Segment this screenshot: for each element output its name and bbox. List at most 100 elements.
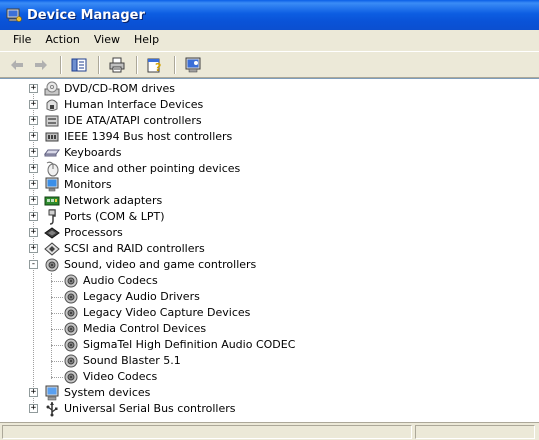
scan-hardware-button[interactable] [182, 54, 204, 76]
tree-subitem-label: Legacy Video Capture Devices [83, 306, 251, 319]
back-icon [11, 59, 23, 70]
tree-subitem-label: Media Control Devices [83, 322, 207, 335]
usb-icon [46, 402, 58, 417]
expand-toggle[interactable]: + [29, 212, 38, 221]
tree-connector [51, 281, 63, 282]
tree-connector [51, 361, 63, 362]
help-properties-icon: ? [147, 58, 161, 73]
tree-subitem-video-codecs[interactable]: Video Codecs [0, 369, 539, 385]
svg-text:?: ? [155, 61, 161, 73]
expand-toggle[interactable]: + [29, 388, 38, 397]
device-tree[interactable]: + DVD/CD-ROM drives + Human Interface De… [0, 78, 539, 422]
mouse-icon [46, 161, 59, 177]
window-title: Device Manager [27, 7, 145, 23]
toolbar: ? [0, 51, 539, 78]
tree-item-label: Mice and other pointing devices [64, 162, 241, 175]
tree-subitem-audio-codecs[interactable]: Audio Codecs [0, 273, 539, 289]
menu-file[interactable]: File [6, 31, 38, 49]
tree-item-label: Sound, video and game controllers [64, 258, 257, 271]
show-hide-tree-button[interactable] [68, 54, 90, 76]
toolbar-separator [136, 55, 138, 74]
tree-item-label: Ports (COM & LPT) [64, 210, 165, 223]
back-button[interactable] [6, 54, 28, 76]
help-properties-button[interactable]: ? [144, 54, 166, 76]
tree-subitem-label: Sound Blaster 5.1 [83, 354, 181, 367]
expand-toggle[interactable]: + [29, 116, 38, 125]
tree-connector [51, 297, 63, 298]
tree-item-processors[interactable]: + Processors [0, 225, 539, 241]
tree-subitem-label: SigmaTel High Definition Audio CODEC [83, 338, 296, 351]
tree-item-label: IEEE 1394 Bus host controllers [64, 130, 233, 143]
tree-item-mice[interactable]: + Mice and other pointing devices [0, 161, 539, 177]
print-button[interactable] [106, 54, 128, 76]
sound-device-icon [64, 354, 78, 368]
tree-connector [51, 345, 63, 346]
show-hide-tree-icon [71, 58, 87, 71]
tree-connector [51, 329, 63, 330]
sound-device-icon [64, 322, 78, 336]
tree-item-label: Processors [64, 226, 123, 239]
tree-item-ide[interactable]: + IDE ATA/ATAPI controllers [0, 113, 539, 129]
cdrom-icon [44, 81, 60, 96]
tree-item-monitors[interactable]: + Monitors [0, 177, 539, 193]
tree-subitem-media-control[interactable]: Media Control Devices [0, 321, 539, 337]
sound-icon [45, 258, 59, 272]
expand-toggle[interactable]: + [29, 148, 38, 157]
tree-item-dvd-cdrom[interactable]: + DVD/CD-ROM drives [0, 81, 539, 97]
keyboard-icon [44, 149, 60, 157]
menu-action[interactable]: Action [38, 31, 86, 49]
forward-icon [35, 59, 47, 70]
processor-icon [44, 227, 60, 239]
menu-help[interactable]: Help [127, 31, 166, 49]
expand-toggle[interactable]: + [29, 132, 38, 141]
tree-subitem-legacy-audio[interactable]: Legacy Audio Drivers [0, 289, 539, 305]
expand-toggle[interactable]: + [29, 164, 38, 173]
status-pane-secondary [415, 425, 535, 439]
tree-item-label: SCSI and RAID controllers [64, 242, 205, 255]
expand-toggle[interactable]: + [29, 180, 38, 189]
tree-item-hid[interactable]: + Human Interface Devices [0, 97, 539, 113]
title-bar: Device Manager [0, 0, 539, 30]
tree-connector [51, 377, 63, 378]
expand-toggle[interactable]: + [29, 84, 38, 93]
toolbar-separator [60, 55, 62, 74]
tree-item-system-devices[interactable]: + System devices [0, 385, 539, 401]
monitor-icon [45, 177, 59, 192]
tree-item-label: System devices [64, 386, 151, 399]
tree-subitem-sound-blaster[interactable]: Sound Blaster 5.1 [0, 353, 539, 369]
tree-item-label: IDE ATA/ATAPI controllers [64, 114, 202, 127]
expand-toggle[interactable]: + [29, 404, 38, 413]
print-icon [109, 57, 125, 72]
tree-item-ieee1394[interactable]: + IEEE 1394 Bus host controllers [0, 129, 539, 145]
tree-item-label: Monitors [64, 178, 112, 191]
forward-button[interactable] [30, 54, 52, 76]
sound-device-icon [64, 306, 78, 320]
tree-item-label: Keyboards [64, 146, 122, 159]
tree-subitem-label: Audio Codecs [83, 274, 158, 287]
tree-subitem-sigmatel[interactable]: SigmaTel High Definition Audio CODEC [0, 337, 539, 353]
tree-item-ports[interactable]: + Ports (COM & LPT) [0, 209, 539, 225]
toolbar-separator [174, 55, 176, 74]
tree-subitem-legacy-video[interactable]: Legacy Video Capture Devices [0, 305, 539, 321]
tree-item-network[interactable]: + Network adapters [0, 193, 539, 209]
tree-subitem-label: Legacy Audio Drivers [83, 290, 200, 303]
system-devices-icon [45, 385, 59, 401]
expand-toggle[interactable]: + [29, 228, 38, 237]
tree-item-sound[interactable]: - Sound, video and game controllers [0, 257, 539, 273]
tree-item-label: Human Interface Devices [64, 98, 204, 111]
ide-controller-icon [45, 115, 59, 127]
port-icon [48, 209, 56, 225]
tree-item-usb[interactable]: + Universal Serial Bus controllers [0, 401, 539, 417]
menu-view[interactable]: View [87, 31, 127, 49]
tree-item-label: Universal Serial Bus controllers [64, 402, 236, 415]
tree-item-label: Network adapters [64, 194, 163, 207]
collapse-toggle[interactable]: - [29, 260, 38, 269]
tree-item-keyboards[interactable]: + Keyboards [0, 145, 539, 161]
expand-toggle[interactable]: + [29, 196, 38, 205]
menu-bar: File Action View Help [0, 30, 539, 50]
expand-toggle[interactable]: + [29, 244, 38, 253]
expand-toggle[interactable]: + [29, 100, 38, 109]
tree-item-label: DVD/CD-ROM drives [64, 82, 175, 95]
tree-item-scsi[interactable]: + SCSI and RAID controllers [0, 241, 539, 257]
status-pane-main [2, 425, 412, 439]
